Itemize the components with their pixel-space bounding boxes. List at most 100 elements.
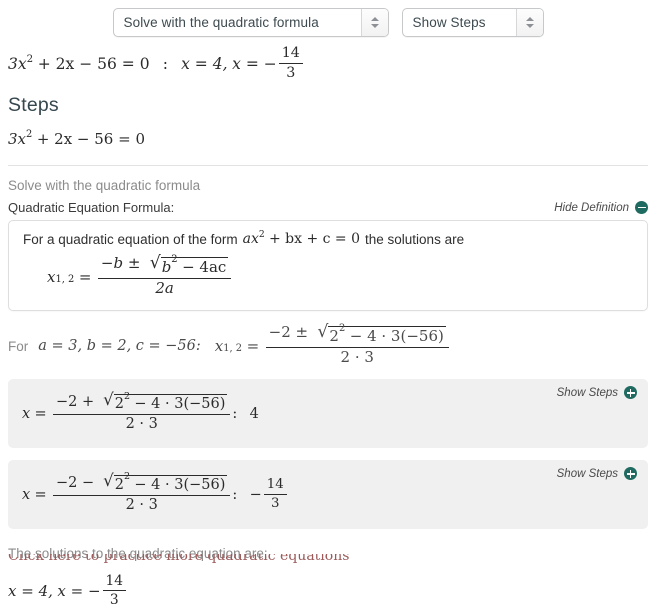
result-x-label: x bbox=[22, 486, 31, 503]
result-value-denominator: 3 bbox=[270, 495, 280, 511]
closing-equation-math: x = 4, x = − 14 3 bbox=[8, 573, 128, 609]
cutoff-link-row[interactable]: Click here to practice more quadratic eq… bbox=[8, 554, 648, 563]
result-value-sign: − bbox=[249, 486, 262, 503]
substitution-line: For a = 3, b = 2, c = −56: x 1, 2 = −2 ± √… bbox=[8, 321, 656, 367]
closing-sol2-denominator: 3 bbox=[109, 591, 119, 608]
plus-circle-icon[interactable] bbox=[624, 467, 637, 481]
radical-sign-icon: √ bbox=[103, 389, 114, 409]
substitution-x-label: x bbox=[214, 337, 224, 356]
definition-sentence: For a quadratic equation of the form ax 2… bbox=[23, 229, 633, 247]
stepper-arrows-icon[interactable] bbox=[360, 9, 388, 36]
radicand-exponent: 2 bbox=[171, 253, 178, 265]
substitution-radicand: 22− 4 · 3(−56) bbox=[328, 323, 446, 346]
top-eq-rest: + 2x − 56 = 0 bbox=[37, 55, 150, 74]
radicand-base: 2 bbox=[114, 396, 124, 413]
radicand-exponent: 2 bbox=[123, 471, 131, 483]
formula-radical: √ b2 − 4ac bbox=[150, 253, 229, 277]
definition-general-form: ax 2 + bx + c = 0 bbox=[242, 229, 361, 247]
restated-equation: 3x 2 + 2x − 56 = 0 bbox=[0, 117, 656, 149]
result-value: 4 bbox=[249, 405, 259, 422]
formula-fraction: −b ± √ b2 − 4ac 2a bbox=[97, 253, 232, 297]
substitution-values: a = 3, b = 2, c = −56: bbox=[38, 338, 201, 355]
toolbar: Solve with the quadratic formula Show St… bbox=[0, 0, 656, 37]
top-eq-lhs: 3x bbox=[8, 55, 27, 74]
formula-x-label: x bbox=[47, 268, 56, 287]
radicand-base: 2 bbox=[114, 477, 124, 494]
result-radical: √ 22− 4 · 3(−56) bbox=[103, 389, 228, 414]
result-numer-prefix: −2 + bbox=[56, 393, 95, 410]
top-equation: 3x 2 + 2x − 56 = 0 : x = 4, x = − 14 3 bbox=[0, 36, 656, 83]
result-radicand: 22− 4 · 3(−56) bbox=[113, 472, 228, 494]
show-steps-select-value: Show Steps bbox=[412, 15, 486, 30]
closing-solution-2-fraction: 14 3 bbox=[102, 573, 127, 609]
radicand-rest: − 4 · 3(−56) bbox=[134, 477, 226, 494]
top-eq-sol2-numerator: 14 bbox=[278, 45, 303, 65]
substitution-numerator: −2 ± √ 22− 4 · 3(−56) bbox=[265, 321, 449, 348]
top-eq-solution-2-prefix: x = − bbox=[232, 55, 277, 74]
definition-sentence-end: the solutions are bbox=[365, 231, 465, 247]
definition-sentence-start: For a quadratic equation of the form bbox=[23, 231, 238, 247]
show-steps-toggle[interactable]: Show Steps bbox=[556, 386, 637, 400]
result-fraction: −2 + √ 22− 4 · 3(−56) 2 · 3 bbox=[53, 389, 231, 434]
result-separator: : bbox=[232, 486, 238, 503]
method-select[interactable]: Solve with the quadratic formula bbox=[112, 8, 389, 37]
method-select-value: Solve with the quadratic formula bbox=[123, 15, 319, 30]
hide-definition-toggle[interactable]: Hide Definition bbox=[554, 201, 648, 214]
page-title: Steps bbox=[8, 94, 59, 116]
radical-sign-icon: √ bbox=[103, 470, 114, 490]
definition-formula: x 1, 2 = −b ± √ b2− 4ac 2a bbox=[23, 253, 633, 298]
result-separator: : bbox=[232, 405, 238, 422]
closing-solution-2-prefix: x = − bbox=[57, 582, 101, 601]
restated-equation-math: 3x 2 + 2x − 56 = 0 bbox=[8, 128, 145, 148]
radicand-base: 2 bbox=[329, 327, 339, 346]
show-steps-label: Show Steps bbox=[556, 386, 618, 399]
radicand-rest: − 4 · 3(−56) bbox=[349, 327, 444, 346]
result-math: x = −2 − √ 22− 4 · 3(−56) 2 · 3 : − 14 3 bbox=[22, 470, 289, 515]
result-fraction: −2 − √ 22− 4 · 3(−56) 2 · 3 bbox=[53, 470, 231, 515]
substitution-formula: x 1, 2 = −2 ± √ 22− 4 · 3(−56) 2 · 3 bbox=[214, 321, 451, 367]
show-steps-select[interactable]: Show Steps bbox=[401, 8, 544, 37]
result-numerator: −2 + √ 22− 4 · 3(−56) bbox=[53, 389, 231, 416]
cutoff-link-text: Click here to practice more quadratic eq… bbox=[8, 554, 350, 563]
hide-definition-label: Hide Definition bbox=[554, 201, 629, 214]
result-denominator: 2 · 3 bbox=[125, 497, 158, 514]
formula-numerator: −b ± √ b2 − 4ac bbox=[97, 253, 232, 279]
radicand-exponent: 2 bbox=[123, 390, 131, 402]
result-denominator: 2 · 3 bbox=[125, 416, 158, 433]
definition-header: Quadratic Equation Formula: Hide Definit… bbox=[8, 200, 648, 215]
show-steps-label: Show Steps bbox=[556, 467, 618, 480]
general-form-rest: + bx + c = 0 bbox=[268, 231, 361, 247]
definition-title: Quadratic Equation Formula: bbox=[8, 200, 175, 215]
plus-circle-icon[interactable] bbox=[624, 386, 637, 400]
substitution-denominator: 2 · 3 bbox=[340, 347, 374, 366]
restated-eq-base: 3x bbox=[8, 130, 27, 148]
chevron-down-icon bbox=[370, 24, 379, 28]
closing-solution-1: x = 4, bbox=[8, 582, 53, 601]
closing-equation: x = 4, x = − 14 3 bbox=[8, 573, 656, 609]
result-numerator: −2 − √ 22− 4 · 3(−56) bbox=[53, 470, 231, 497]
general-form-base: ax bbox=[242, 231, 259, 247]
top-equation-math: 3x 2 + 2x − 56 = 0 : x = 4, x = − 14 3 bbox=[8, 45, 305, 83]
substitution-keyword: For bbox=[8, 338, 29, 354]
top-eq-solution-2-fraction: 14 3 bbox=[278, 45, 303, 82]
chevron-up-icon bbox=[370, 17, 379, 21]
top-eq-separator: : bbox=[162, 55, 168, 74]
top-eq-sol2-denominator: 3 bbox=[286, 65, 296, 82]
result-equals: = bbox=[34, 405, 47, 422]
radicand-exponent: 2 bbox=[338, 323, 346, 335]
substitution-numer-prefix: −2 ± bbox=[268, 323, 309, 342]
section-label: Solve with the quadratic formula bbox=[8, 178, 201, 193]
minus-circle-icon[interactable] bbox=[635, 201, 648, 214]
substitution-fraction: −2 ± √ 22− 4 · 3(−56) 2 · 3 bbox=[265, 321, 449, 366]
result-value-fraction: 14 3 bbox=[263, 477, 287, 511]
formula-numer-prefix: −b ± bbox=[100, 254, 141, 273]
result-radicand: 22− 4 · 3(−56) bbox=[113, 390, 228, 413]
result-radical: √ 22− 4 · 3(−56) bbox=[103, 470, 228, 495]
substitution-equals: = bbox=[246, 337, 260, 356]
radicand-base: b bbox=[161, 258, 172, 277]
result-value-numerator: 14 bbox=[263, 477, 287, 495]
stepper-arrows-icon[interactable] bbox=[515, 9, 543, 36]
show-steps-toggle[interactable]: Show Steps bbox=[556, 467, 637, 481]
result-row: Show Steps x = −2 − √ 22− 4 · 3(−56) 2 · … bbox=[8, 460, 648, 530]
radical-sign-icon: √ bbox=[317, 321, 329, 342]
